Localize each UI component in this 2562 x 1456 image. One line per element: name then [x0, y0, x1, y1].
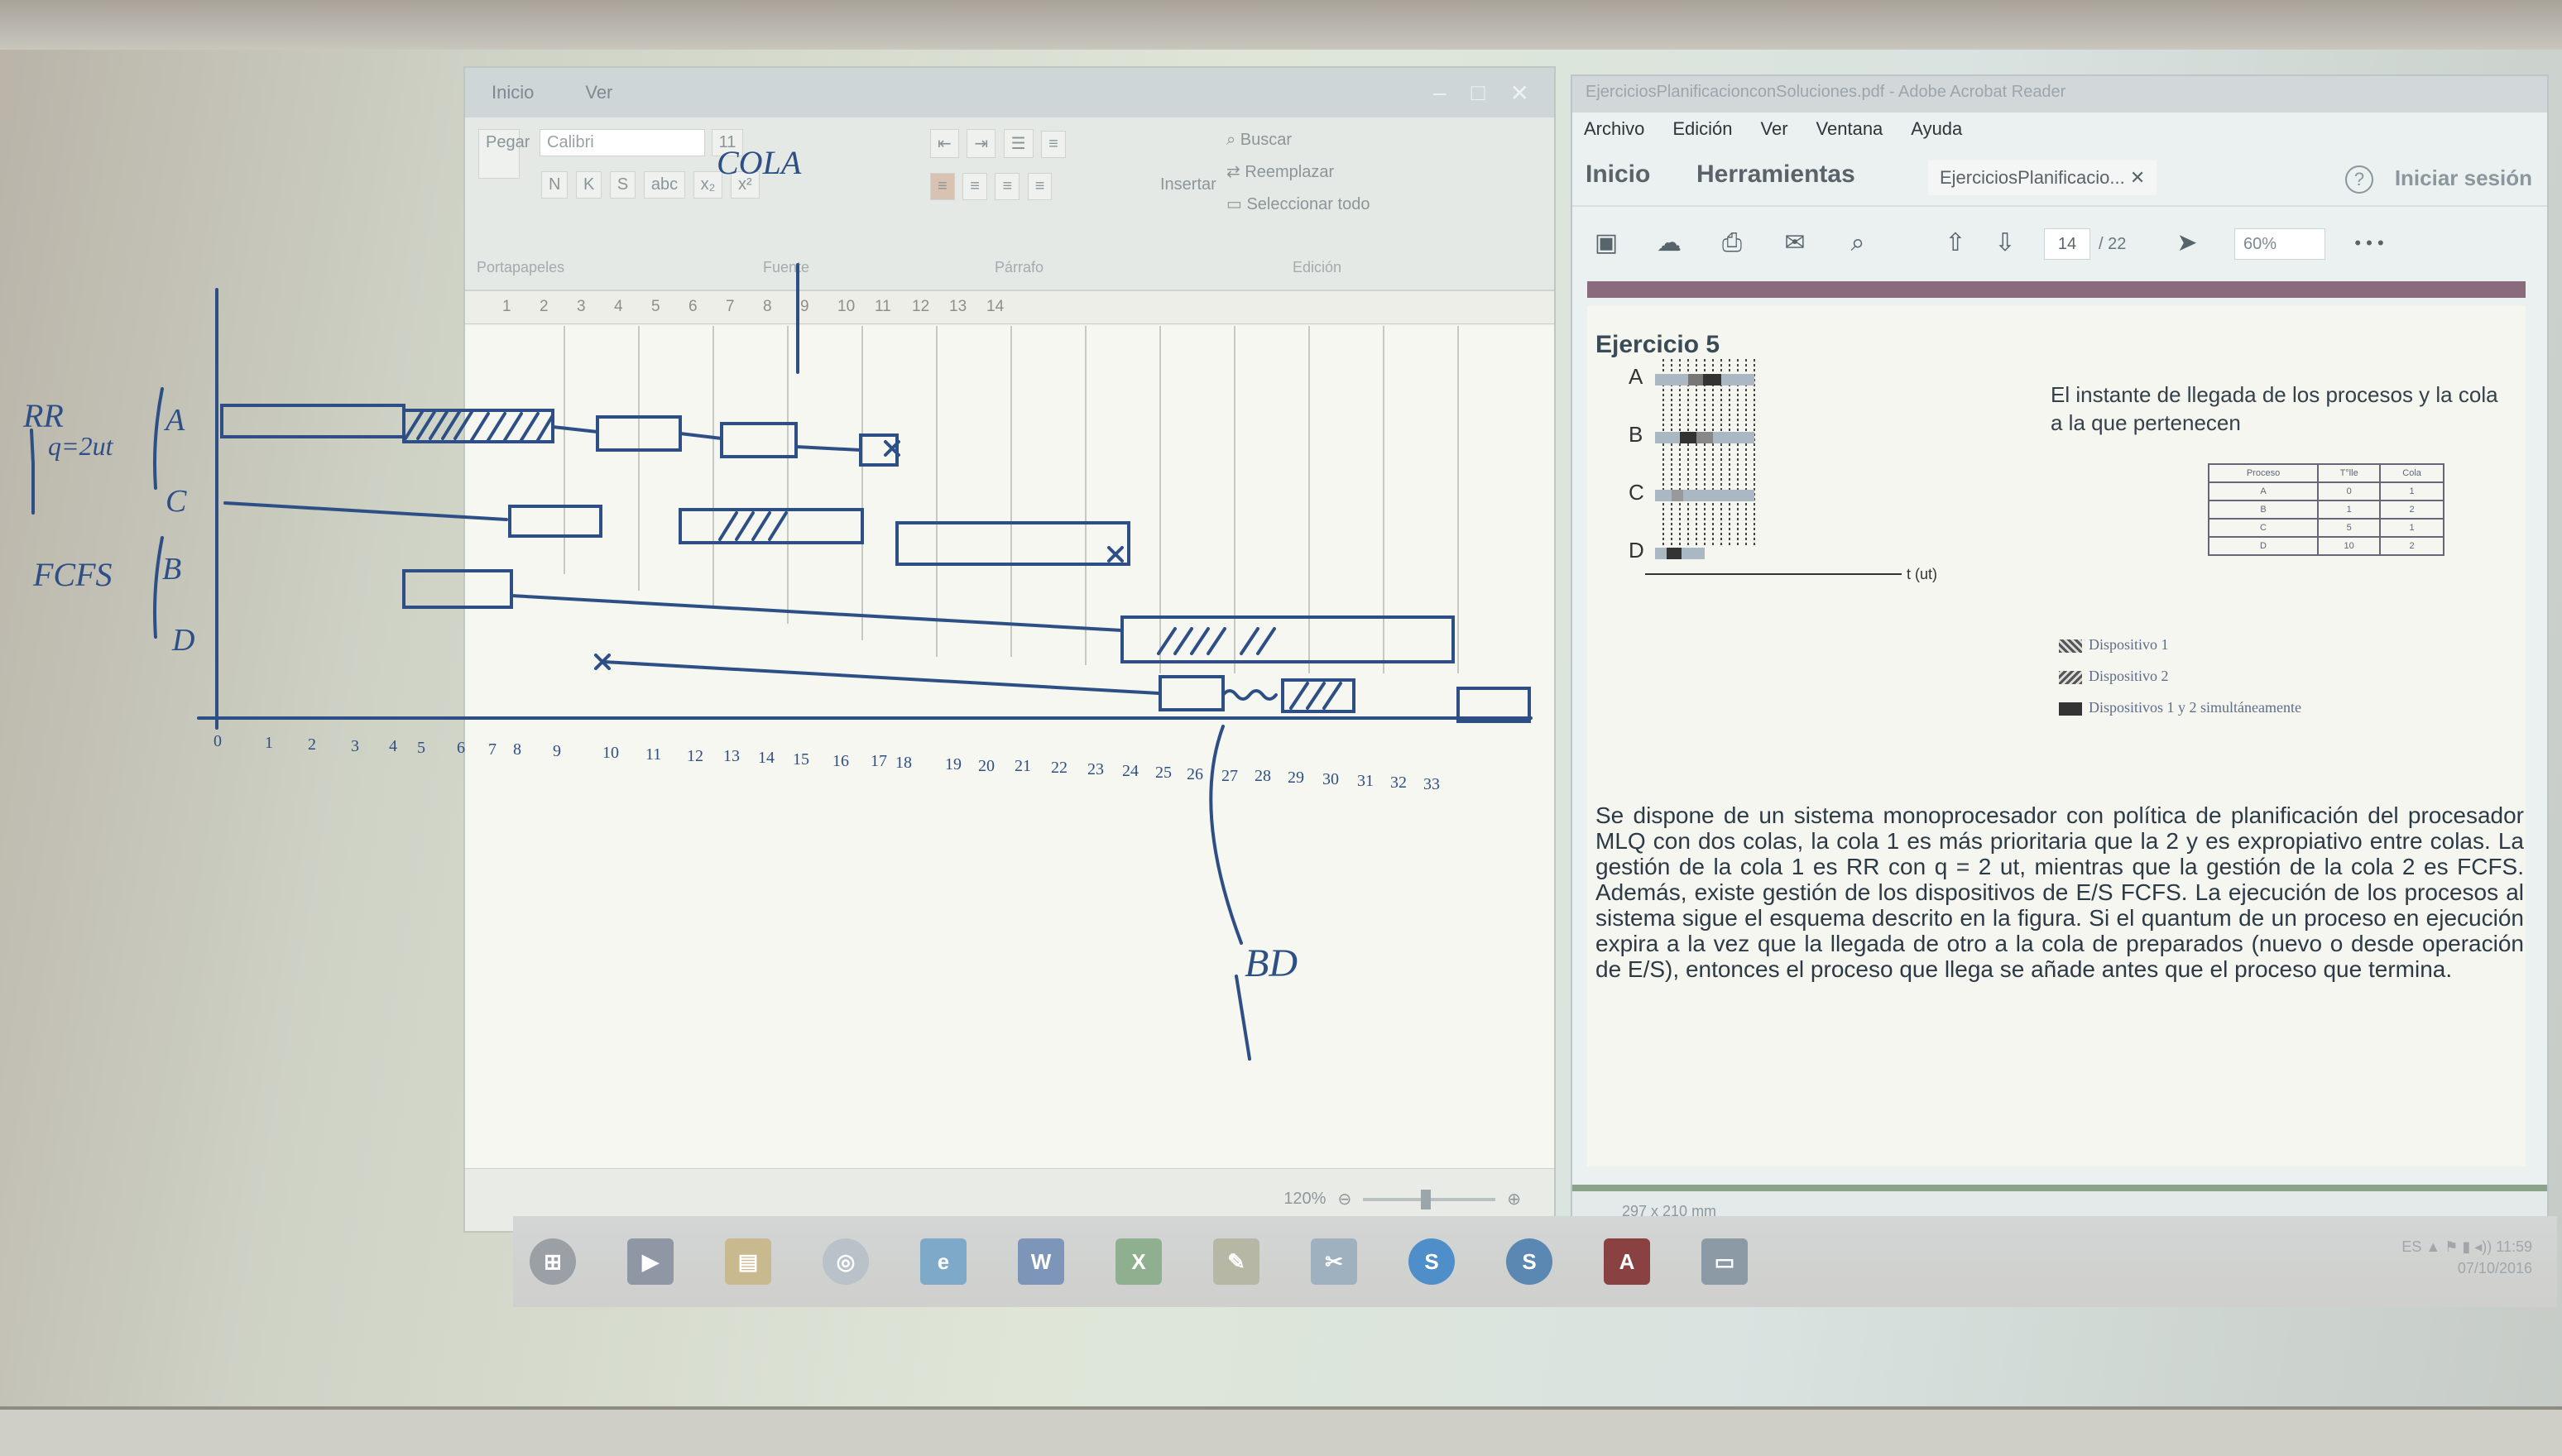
- axis-tick: 30: [1322, 770, 1339, 788]
- axis-tick: 12: [687, 747, 703, 765]
- handwritten-rr: RR: [22, 397, 64, 434]
- handwritten-scribble: COLA: [717, 144, 802, 181]
- axis-tick: 0: [214, 732, 222, 750]
- d-wait-line: [602, 660, 1160, 695]
- bar-b-2: [1120, 615, 1455, 663]
- handwritten-a: A: [163, 403, 185, 438]
- axis-tick: 21: [1015, 757, 1031, 775]
- axis-tick: 17: [871, 752, 887, 770]
- handwritten-b: B: [162, 552, 181, 587]
- axis-tick: 29: [1288, 769, 1304, 787]
- axis-tick: 8: [513, 740, 521, 759]
- axis-tick: 25: [1155, 764, 1172, 782]
- bar-a-3: [596, 415, 682, 452]
- bar-d-1: [1159, 675, 1225, 711]
- axis-tick: 31: [1357, 772, 1374, 790]
- hatch-d: [1289, 682, 1342, 710]
- axis-tick: 32: [1390, 774, 1407, 792]
- axis-tick: 15: [793, 750, 809, 769]
- d-squiggle: [1221, 689, 1278, 701]
- axis-tick: 5: [417, 739, 425, 757]
- arrival-mark: [1107, 546, 1124, 563]
- axis-tick: 14: [758, 749, 775, 767]
- axis-tick: 18: [895, 754, 912, 772]
- handwritten-quantum: q=2ut: [48, 431, 114, 461]
- axis-tick: 33: [1423, 775, 1440, 793]
- axis-tick: 6: [457, 739, 465, 757]
- bar-c-3: [895, 521, 1130, 566]
- axis-tick: 4: [389, 737, 397, 755]
- axis-tick: 3: [351, 737, 359, 755]
- hatch-b: [1157, 627, 1276, 655]
- bar-a-4: [720, 422, 798, 458]
- handwritten-fcfs: FCFS: [32, 556, 113, 593]
- axis-tick: 23: [1087, 760, 1104, 778]
- axis-tick: 1: [265, 734, 273, 752]
- hatch-a: [404, 410, 554, 442]
- handwritten-bd-note: BD: [1245, 941, 1298, 985]
- b-wait-line: [510, 594, 1124, 632]
- hatch-c: [718, 511, 788, 541]
- handwriting-overlay: RR q=2ut FCFS A C B D BD COLA 0 1 2 3 4 …: [22, 144, 1533, 1061]
- handwritten-c: C: [166, 484, 187, 519]
- axis-tick: 19: [945, 755, 962, 774]
- axis-tick: 7: [488, 740, 497, 759]
- axis-tick: 9: [553, 742, 561, 760]
- axis-tick: 20: [978, 757, 995, 775]
- axis-tick: 16: [832, 752, 849, 770]
- axis-tick: 26: [1187, 765, 1203, 783]
- axis-tick: 27: [1221, 767, 1238, 785]
- handwritten-d: D: [171, 623, 194, 658]
- axis-tick: 28: [1255, 767, 1271, 785]
- axis-tick: 10: [602, 744, 619, 762]
- bar-b-1: [402, 569, 513, 609]
- axis-tick: 11: [645, 745, 661, 764]
- annotation-arrow: [1209, 725, 1243, 945]
- axis-tick: 2: [308, 735, 316, 754]
- axis-tick: 13: [723, 747, 740, 765]
- c-wait-line: [223, 501, 508, 521]
- whiteboard-tray: [0, 1406, 2562, 1456]
- handwritten-axis-ticks: 0 1 2 3 4 5 6 7 8 9 10 11 12 13 14 15 16…: [214, 732, 1440, 793]
- bar-c-1: [508, 505, 602, 538]
- axis-tick: 24: [1122, 762, 1139, 780]
- axis-tick: 22: [1051, 759, 1068, 777]
- annotation-line: [1235, 975, 1251, 1061]
- bar-a-1: [220, 404, 405, 438]
